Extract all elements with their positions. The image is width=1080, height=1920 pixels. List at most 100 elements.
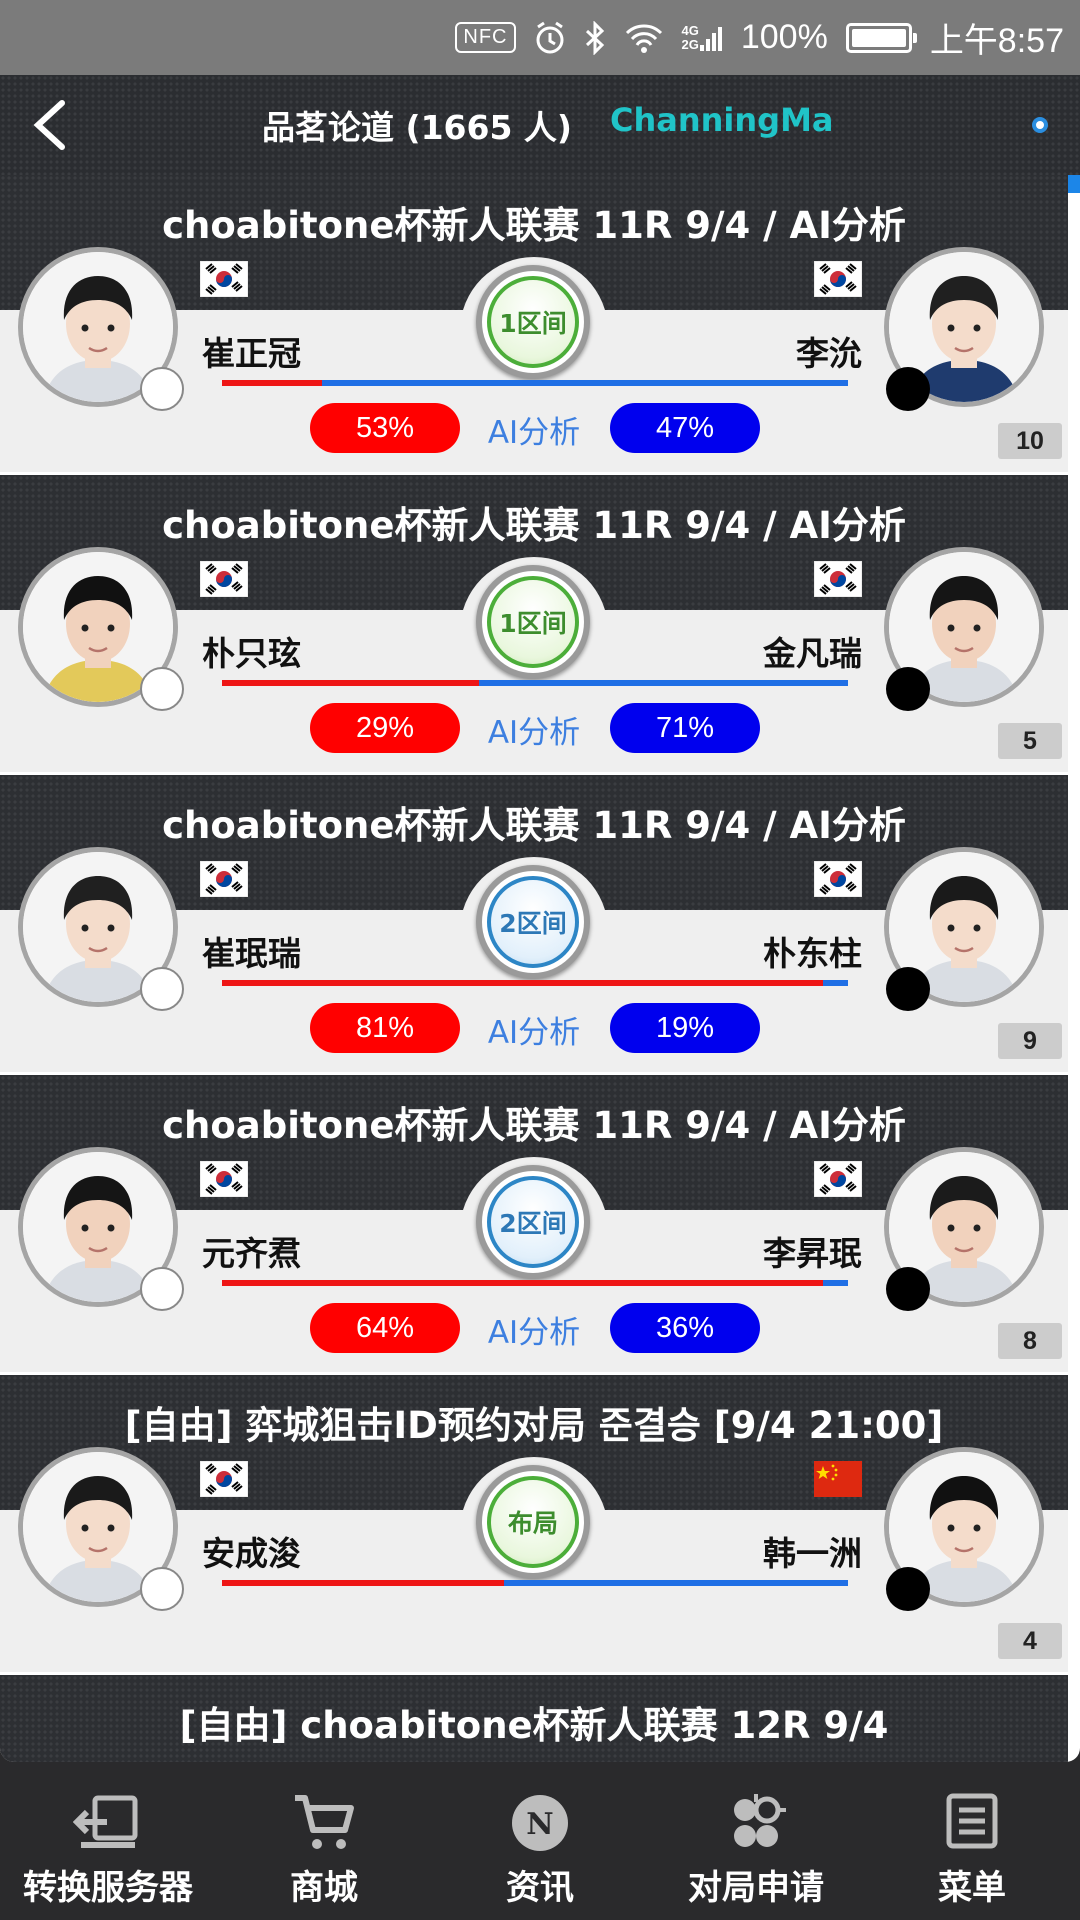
app-header: 品茗论道 (1665 人) ChanningMa [0, 75, 1080, 175]
ai-analysis-label[interactable]: AI分析 [478, 407, 590, 452]
scrollbar[interactable] [1068, 175, 1080, 193]
win-rate-bar-red [222, 1580, 504, 1586]
alarm-icon [534, 21, 566, 55]
white-stone-icon [140, 1267, 184, 1311]
news-icon: N [512, 1795, 568, 1851]
win-rate-right: 19% [610, 1003, 760, 1053]
black-stone-icon [886, 967, 930, 1011]
white-stone-icon [140, 367, 184, 411]
stage-label: 2区间 [487, 1176, 579, 1268]
player-name-left: 元齐焄 [202, 1234, 301, 1273]
game-title: choabitone杯新人联赛 11R 9/4 / AI分析 [162, 204, 906, 247]
back-button[interactable] [28, 97, 78, 153]
viewer-count-badge: 4 [998, 1623, 1062, 1659]
player-name-left: 朴只玹 [202, 634, 301, 673]
stage-badge: 1区间 [476, 265, 590, 379]
player-name-left: 崔正冠 [202, 334, 301, 373]
nav-shop[interactable]: 商城 [216, 1762, 432, 1920]
status-bar: NFC 4G 2G 100% 上午8:57 [0, 0, 1080, 75]
viewer-count-badge: 10 [998, 423, 1062, 459]
korea-flag-icon [813, 1160, 863, 1198]
current-user[interactable]: ChanningMa [610, 101, 834, 139]
win-rate-bar [222, 980, 848, 986]
nav-switch-server[interactable]: 转换服务器 [0, 1762, 216, 1920]
game-title: choabitone杯新人联赛 11R 9/4 / AI分析 [162, 1104, 906, 1147]
korea-flag-icon [813, 560, 863, 598]
player-name-left: 崔珉瑞 [202, 934, 301, 973]
korea-flag-icon [199, 1460, 249, 1498]
win-rate-left: 53% [310, 403, 460, 453]
nav-menu[interactable]: 菜单 [864, 1762, 1080, 1920]
wifi-icon [624, 22, 664, 54]
black-stone-icon [886, 667, 930, 711]
nav-label: 资讯 [506, 1868, 574, 1908]
viewer-count-badge: 9 [998, 1023, 1062, 1059]
stage-badge: 1区间 [476, 565, 590, 679]
clock: 上午8:57 [929, 22, 1064, 60]
nav-news[interactable]: N 资讯 [432, 1762, 648, 1920]
ai-analysis-label[interactable]: AI分析 [478, 1307, 590, 1352]
black-stone-icon [886, 1567, 930, 1611]
black-stone-icon [886, 1267, 930, 1311]
nfc-icon: NFC [455, 22, 516, 53]
player-name-right: 朴东柱 [763, 934, 862, 973]
connection-indicator [1032, 117, 1048, 133]
player-name-left: 安成浚 [202, 1534, 301, 1573]
game-title: choabitone杯新人联赛 11R 9/4 / AI分析 [162, 804, 906, 847]
game-card[interactable]: choabitone杯新人联赛 11R 9/4 / AI分析 1区间 崔正冠 李… [0, 175, 1068, 472]
win-rate-bar-red [222, 980, 823, 986]
player-name-right: 金凡瑞 [763, 634, 862, 673]
stage-badge: 2区间 [476, 865, 590, 979]
stage-label: 1区间 [487, 576, 579, 668]
nav-game-request[interactable]: 对局申请 [648, 1762, 864, 1920]
korea-flag-icon [813, 260, 863, 298]
stage-label: 1区间 [487, 276, 579, 368]
korea-flag-icon [199, 560, 249, 598]
ai-analysis-label[interactable]: AI分析 [478, 707, 590, 752]
game-card[interactable]: choabitone杯新人联赛 11R 9/4 / AI分析 2区间 崔珉瑞 朴… [0, 775, 1068, 1072]
white-stone-icon [140, 967, 184, 1011]
nav-label: 菜单 [938, 1868, 1006, 1908]
win-rate-bar-red [222, 680, 479, 686]
black-stone-icon [886, 367, 930, 411]
game-request-icon [734, 1794, 786, 1847]
player-name-right: 李沇 [796, 334, 862, 373]
player-name-right: 韩一洲 [763, 1534, 862, 1573]
nav-label: 商城 [290, 1868, 358, 1908]
win-rate-left: 64% [310, 1303, 460, 1353]
korea-flag-icon [199, 860, 249, 898]
win-rate-bar [222, 380, 848, 386]
game-title: [自由] choabitone杯新人联赛 12R 9/4 [179, 1704, 889, 1747]
game-list[interactable]: choabitone杯新人联赛 11R 9/4 / AI分析 1区间 崔正冠 李… [0, 175, 1080, 1762]
player-name-right: 李昇珉 [763, 1234, 862, 1273]
game-card-partial[interactable]: [自由] choabitone杯新人联赛 12R 9/4 [0, 1675, 1068, 1762]
white-stone-icon [140, 1567, 184, 1611]
korea-flag-icon [199, 1160, 249, 1198]
bluetooth-icon [584, 20, 606, 55]
game-title: [自由] 弈城狙击ID预约对局 준결승 [9/4 21:00] [124, 1404, 944, 1447]
bottom-nav: 转换服务器 商城 N 资讯 对局申请 菜单 [0, 1762, 1080, 1920]
viewer-count-badge: 8 [998, 1323, 1062, 1359]
win-rate-left: 81% [310, 1003, 460, 1053]
nav-label: 转换服务器 [23, 1868, 193, 1908]
stage-badge: 布局 [476, 1465, 590, 1579]
chevron-left-icon [33, 100, 65, 150]
stage-label: 2区间 [487, 876, 579, 968]
svg-text:N: N [526, 1807, 553, 1842]
win-rate-bar [222, 1280, 848, 1286]
win-rate-right: 71% [610, 703, 760, 753]
game-card[interactable]: [自由] 弈城狙击ID预约对局 준결승 [9/4 21:00] 布局 安成浚 韩… [0, 1375, 1068, 1672]
white-stone-icon [140, 667, 184, 711]
ai-analysis-label[interactable]: AI分析 [478, 1007, 590, 1052]
game-card[interactable]: choabitone杯新人联赛 11R 9/4 / AI分析 2区间 元齐焄 李… [0, 1075, 1068, 1372]
game-card[interactable]: choabitone杯新人联赛 11R 9/4 / AI分析 1区间 朴只玹 金… [0, 475, 1068, 772]
battery-icon [845, 22, 917, 53]
korea-flag-icon [199, 260, 249, 298]
china-flag-icon [814, 1461, 862, 1497]
cart-icon [295, 1795, 354, 1849]
room-title: 品茗论道 (1665 人) [262, 108, 572, 147]
win-rate-bar [222, 1580, 848, 1586]
stage-badge: 2区间 [476, 1165, 590, 1279]
win-rate-bar-red [222, 1280, 823, 1286]
net-bottom-label: 2G [681, 36, 699, 52]
